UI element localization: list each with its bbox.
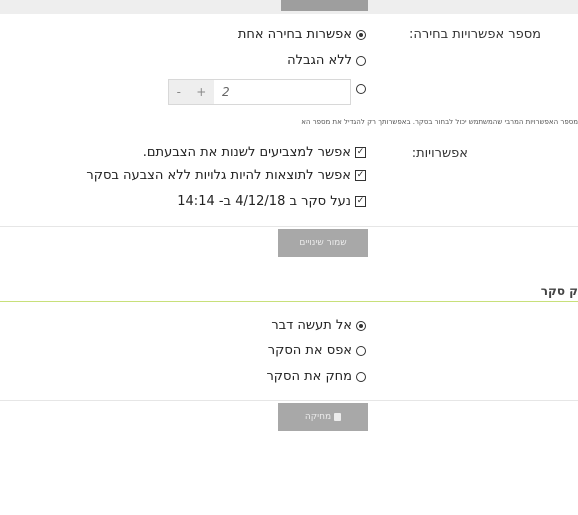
single-choice-option[interactable]: אפשרות בחירה אחת: [238, 27, 366, 42]
radio-selected-icon[interactable]: [356, 320, 366, 331]
save-changes-button[interactable]: שמור שינויים: [278, 229, 368, 257]
delete-poll-option[interactable]: מחק את הסקר: [266, 369, 366, 384]
check-icon[interactable]: ✓: [355, 147, 366, 158]
allow-change-option[interactable]: ✓ אפשר למצביעים לשנות את הצבעתם.: [143, 145, 366, 160]
check-icon[interactable]: ✓: [355, 170, 366, 181]
section-divider: [0, 301, 578, 302]
stepper-value[interactable]: 2: [214, 80, 350, 104]
radio-icon[interactable]: [356, 371, 366, 382]
single-choice-label: אפשרות בחירה אחת: [237, 27, 352, 42]
check-icon[interactable]: ✓: [355, 196, 366, 207]
reset-poll-label: אפס את הסקר: [267, 343, 352, 358]
allow-change-label: אפשר למצביעים לשנות את הצבעתם.: [142, 145, 351, 160]
divider: [0, 226, 578, 227]
results-visible-option[interactable]: ✓ אפשר לתוצאות להיות גלויות ללא הצבעה בס…: [86, 168, 366, 183]
choice-count-stepper[interactable]: - + 2: [168, 79, 351, 105]
options-label: אפשרויות:: [411, 146, 468, 161]
results-visible-label: אפשר לתוצאות להיות גלויות ללא הצבעה בסקר: [86, 168, 351, 183]
close-poll-option[interactable]: ✓ נעל סקר ב 4/12/18 ב- 14:14: [177, 194, 366, 209]
stepper-minus-button[interactable]: -: [177, 85, 181, 99]
reset-poll-option[interactable]: אפס את הסקר: [268, 343, 366, 358]
radio-icon[interactable]: [356, 55, 366, 66]
stepper-plus-button[interactable]: +: [196, 85, 206, 99]
divider: [0, 400, 578, 401]
delete-poll-section-title: ק סקר: [540, 284, 578, 298]
unlimited-label: ללא הגבלה: [287, 53, 352, 68]
close-poll-label: נעל סקר ב 4/12/18 ב- 14:14: [177, 194, 351, 209]
custom-count-option[interactable]: [352, 84, 366, 94]
unlimited-option[interactable]: ללא הגבלה: [287, 53, 366, 68]
do-nothing-label: אל תעשה דבר: [271, 318, 352, 333]
delete-poll-label: מחק את הסקר: [266, 369, 352, 384]
radio-selected-icon[interactable]: [356, 29, 366, 40]
max-choices-hint: מספר האפשרויות המרבי שהמשתמש יכול לבחור …: [301, 118, 578, 126]
delete-button[interactable]: מחיקה: [278, 403, 368, 431]
do-nothing-option[interactable]: אל תעשה דבר: [271, 318, 366, 333]
top-strip-button[interactable]: [281, 0, 368, 11]
radio-icon[interactable]: [356, 345, 366, 356]
stepper-buttons: - +: [169, 80, 214, 104]
radio-icon[interactable]: [356, 84, 366, 94]
delete-button-label: מחיקה: [304, 412, 332, 422]
max-choices-label: מספר אפשרויות בחירה:: [408, 27, 541, 42]
trash-icon: [334, 413, 342, 421]
